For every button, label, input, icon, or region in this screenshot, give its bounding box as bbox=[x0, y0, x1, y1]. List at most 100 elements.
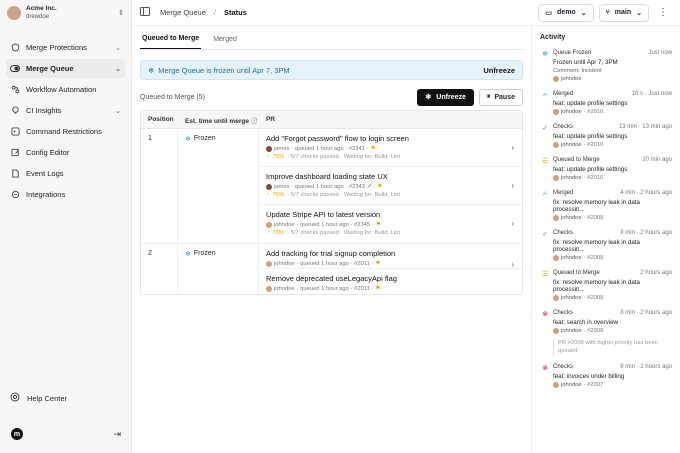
banner-text: Merge Queue is frozen until Apr 7, 3PM bbox=[158, 65, 290, 75]
breadcrumb: Merge Queue / Status bbox=[160, 8, 247, 17]
tab-queued-to-merge[interactable]: Queued to Merge bbox=[140, 35, 202, 49]
snowflake-icon: ❄ bbox=[185, 251, 191, 258]
snowflake-icon: ❄ bbox=[425, 94, 432, 101]
avatar bbox=[553, 109, 559, 115]
table-row[interactable]: Remove deprecated useLegacyApi flag john… bbox=[259, 269, 522, 294]
x-circle-icon: ⊗ bbox=[542, 311, 548, 318]
shield-icon bbox=[10, 43, 20, 53]
flag-icon: ⚑ bbox=[370, 146, 376, 152]
chevron-right-icon[interactable]: › bbox=[511, 260, 514, 269]
help-center-link[interactable]: Help Center bbox=[6, 389, 71, 407]
sidebar-item-integrations[interactable]: Integrations bbox=[6, 185, 125, 204]
breadcrumb-parent[interactable]: Merge Queue bbox=[160, 8, 206, 17]
sidebar-item-config-editor[interactable]: Config Editor bbox=[6, 143, 125, 162]
activity-item: ✓ Checks 8 min · 2 hours ago fix: resolve… bbox=[542, 230, 672, 261]
toggle-icon bbox=[10, 64, 20, 74]
chevron-down-icon: ⌄ bbox=[580, 9, 587, 17]
check-circle-icon: ✓ bbox=[542, 125, 548, 132]
topbar: Merge Queue / Status ▭ demo ⌄ ⑂ main ⌄ ⋮ bbox=[132, 0, 680, 26]
mergify-logo: m bbox=[11, 428, 23, 440]
x-circle-icon: ⊗ bbox=[542, 365, 548, 372]
activity-item: ✓ Checks 13 min · 13 min ago feat: update… bbox=[542, 124, 672, 148]
flag-icon: ⚑ bbox=[376, 184, 383, 190]
plug-icon bbox=[10, 190, 20, 200]
branch-icon: ⑂ bbox=[605, 9, 610, 16]
avatar bbox=[553, 76, 559, 82]
unfreeze-button[interactable]: ❄ Unfreeze bbox=[417, 88, 474, 106]
avatar bbox=[266, 286, 272, 292]
queue-group: 1 ❄ Frozen Add "Forgot password" flow to … bbox=[141, 129, 522, 244]
lightbulb-icon bbox=[10, 106, 20, 116]
snowflake-icon: ❄ bbox=[148, 65, 155, 75]
chevron-down-icon: ⌄ bbox=[115, 44, 121, 52]
avatar bbox=[553, 175, 559, 181]
sidebar-item-event-logs[interactable]: Event Logs bbox=[6, 164, 125, 183]
chevron-right-icon[interactable]: › bbox=[511, 143, 514, 152]
breadcrumb-current: Status bbox=[223, 8, 247, 17]
snowflake-icon: ❄ bbox=[185, 136, 191, 143]
sidebar-item-ci-insights[interactable]: CI Insights ⌄ bbox=[6, 101, 125, 120]
queue-panel: Queued to Merge Merged ❄ Merge Queue is … bbox=[132, 26, 532, 453]
tabs: Queued to Merge Merged bbox=[140, 26, 523, 50]
logout-icon[interactable]: ⇥ bbox=[113, 429, 121, 440]
avatar bbox=[553, 382, 559, 388]
sidebar-nav: Merge Protections ⌄ Merge Queue ⌄ Workfl… bbox=[0, 36, 131, 206]
status-badge: Frozen bbox=[193, 250, 216, 257]
activity-item: ⊗ Checks 8 min · 2 hours ago feat: search… bbox=[542, 310, 672, 355]
activity-item: ☰ Queued to Merge 20 min ago feat: update… bbox=[541, 157, 672, 181]
chevron-right-icon[interactable]: › bbox=[511, 219, 514, 228]
activity-panel: Activity ❄ Queue Frozen Just now Frozen u… bbox=[532, 26, 680, 453]
chevron-down-icon: ⌄ bbox=[115, 65, 121, 73]
activity-note: PR #2009 with higher priority has been q… bbox=[553, 339, 672, 355]
banner-unfreeze-button[interactable]: Unfreeze bbox=[483, 66, 515, 75]
avatar bbox=[553, 295, 559, 301]
queue-icon: ☰ bbox=[541, 271, 549, 278]
help-icon bbox=[10, 392, 20, 404]
table-row[interactable]: Update Stripe API to latest version john… bbox=[259, 205, 522, 243]
activity-item: ⑃ Merged 4 min · 2 hours ago fix: resolve… bbox=[542, 190, 672, 221]
sidebar-item-command-restrictions[interactable]: Command Restrictions bbox=[6, 122, 125, 141]
table-row[interactable]: Improve dashboard loading state UX james… bbox=[259, 167, 522, 205]
activity-item: ⑃ Merged 10 s · Just now feat: update pro… bbox=[542, 91, 672, 115]
activity-item: ☰ Queued to Merge 2 hours ago fix: resolv… bbox=[541, 270, 672, 301]
avatar bbox=[553, 328, 559, 334]
progress-icon: ◔ bbox=[266, 154, 270, 160]
main: Merge Queue/Status ▭ demo ⌄ ⑂ main ⌄ ⋮ bbox=[132, 0, 680, 453]
status-badge: Frozen bbox=[193, 135, 216, 142]
avatar bbox=[553, 215, 559, 221]
avatar bbox=[553, 142, 559, 148]
pause-icon: ⏸ bbox=[486, 93, 491, 100]
sidebar-item-merge-protections[interactable]: Merge Protections ⌄ bbox=[6, 38, 125, 57]
branch-selector[interactable]: ⑂ main ⌄ bbox=[598, 3, 649, 22]
org-switcher[interactable]: Acme Inc. drewdoe ⇕ bbox=[0, 0, 131, 26]
frozen-banner: ❄ Merge Queue is frozen until Apr 7, 3PM… bbox=[140, 60, 523, 80]
avatar bbox=[266, 184, 272, 190]
table-header: Position Est. time until merge ⓘ PR bbox=[141, 111, 522, 129]
tab-merged[interactable]: Merged bbox=[211, 36, 239, 49]
repo-selector[interactable]: ▭ demo ⌄ bbox=[538, 3, 594, 22]
avatar bbox=[266, 222, 272, 228]
app-root: Acme Inc. drewdoe ⇕ Merge Protections ⌄ … bbox=[0, 0, 680, 453]
table-row[interactable]: Add tracking for trial signup completion… bbox=[259, 244, 522, 269]
activity-item: ❄ Queue Frozen Just now Frozen until Apr … bbox=[542, 50, 672, 82]
flag-icon: ⚑ bbox=[375, 286, 381, 292]
more-icon[interactable]: ⋮ bbox=[654, 7, 672, 18]
user-name: drewdoe bbox=[26, 14, 50, 20]
org-name: Acme Inc. bbox=[26, 5, 57, 12]
pause-button[interactable]: ⏸ Pause bbox=[478, 88, 523, 106]
activity-item: ⊗ Checks 8 min · 2 hours ago feat: invoic… bbox=[542, 364, 672, 388]
chevron-updown-icon: ⇕ bbox=[118, 10, 124, 17]
queue-title: Queued to Merge (5) bbox=[140, 93, 205, 101]
sidebar-item-workflow-automation[interactable]: Workflow Automation bbox=[6, 80, 125, 99]
chevron-down-icon: ⌄ bbox=[115, 107, 121, 115]
table-row[interactable]: Add "Forgot password" flow to login scre… bbox=[259, 129, 522, 167]
sidebar-toggle-icon[interactable] bbox=[140, 7, 150, 18]
workflow-icon bbox=[10, 85, 20, 95]
chevron-right-icon[interactable]: › bbox=[511, 181, 514, 190]
sidebar-item-merge-queue[interactable]: Merge Queue ⌄ bbox=[6, 59, 125, 78]
flag-icon: ⚑ bbox=[375, 222, 381, 228]
avatar bbox=[266, 146, 272, 152]
progress-icon: ◔ bbox=[266, 192, 270, 198]
avatar bbox=[7, 6, 21, 20]
repo-icon: ▭ bbox=[545, 9, 553, 17]
